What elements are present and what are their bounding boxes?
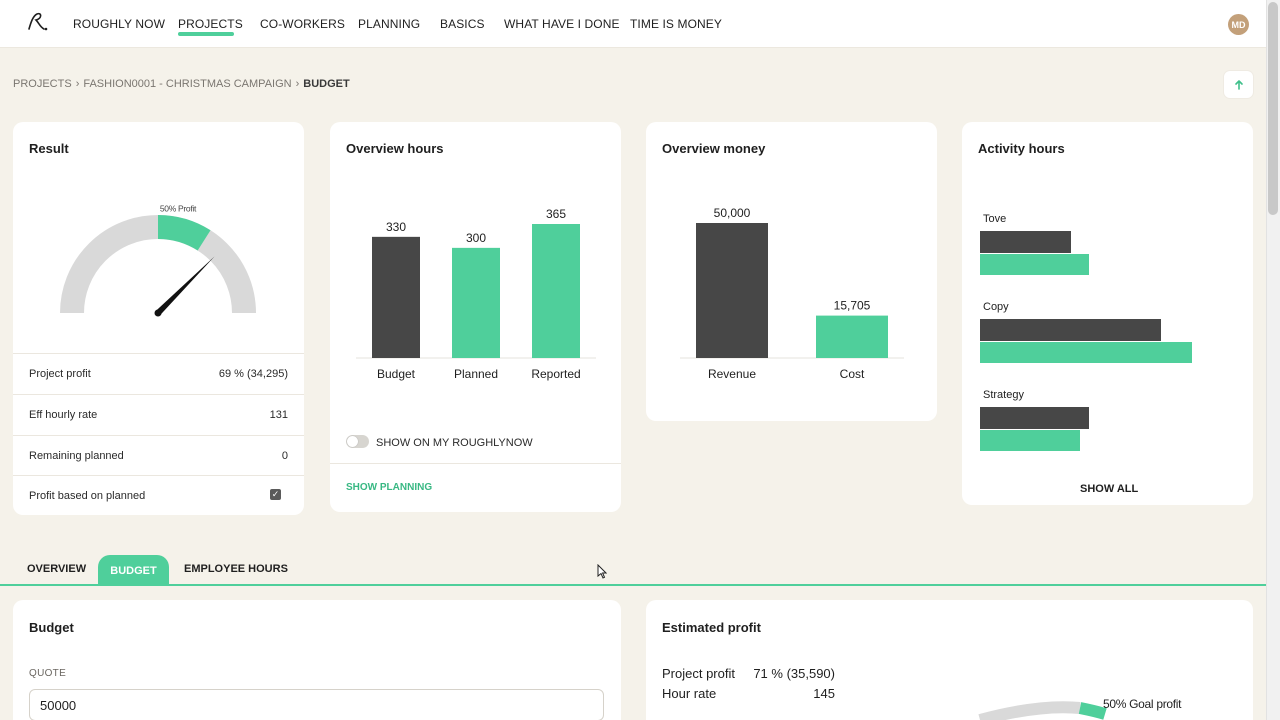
- breadcrumb-current: BUDGET: [303, 78, 350, 90]
- result-row-remaining-planned: Remaining planned 0: [13, 435, 304, 476]
- overview-hours-chart: 330 Budget 300 Planned 365 Reported: [356, 207, 596, 381]
- gauge-needle: [155, 256, 215, 316]
- est-project-profit-value: 71 % (35,590): [753, 666, 835, 681]
- result-row-project-profit: Project profit 69 % (34,295): [13, 353, 304, 394]
- divider: [330, 463, 621, 464]
- x-tick-label: Reported: [531, 367, 580, 381]
- breadcrumb-projects[interactable]: PROJECTS: [13, 78, 72, 90]
- nav-what-have-i-done[interactable]: WHAT HAVE I DONE: [504, 17, 620, 31]
- x-tick-label: Budget: [377, 367, 416, 381]
- breadcrumb: PROJECTS › FASHION0001 - CHRISTMAS CAMPAIG…: [13, 78, 350, 90]
- profit-based-on-planned-checkbox[interactable]: ✓: [270, 489, 281, 500]
- goal-profit-label: 50% Goal profit: [1103, 697, 1182, 711]
- scrollbar-thumb[interactable]: [1268, 2, 1278, 215]
- budget-title: Budget: [29, 620, 74, 635]
- activity-bar: [980, 430, 1080, 451]
- result-row-hourly-rate: Eff hourly rate 131: [13, 394, 304, 435]
- activity-category-label: Strategy: [983, 389, 1024, 401]
- nav-roughly-now[interactable]: ROUGHLY NOW: [73, 17, 165, 31]
- x-tick-label: Planned: [454, 367, 498, 381]
- bar-value-label: 50,000: [714, 206, 751, 220]
- bar: [696, 223, 768, 358]
- bar: [452, 247, 500, 358]
- bar: [532, 224, 580, 358]
- nav-planning[interactable]: PLANNING: [358, 17, 420, 31]
- toggle-label: SHOW ON MY ROUGHLYNOW: [376, 437, 533, 449]
- nav-basics[interactable]: BASICS: [440, 17, 485, 31]
- x-tick-label: Cost: [840, 367, 865, 381]
- export-button[interactable]: [1224, 71, 1253, 98]
- bar: [372, 236, 420, 358]
- tab-employee-hours[interactable]: EMPLOYEE HOURS: [184, 563, 288, 575]
- breadcrumb-separator: ›: [75, 78, 80, 90]
- mouse-cursor-icon: [597, 564, 607, 579]
- result-row-profit-based-on-planned: Profit based on planned ✓: [13, 475, 304, 515]
- activity-bar: [980, 254, 1089, 275]
- quote-input[interactable]: [29, 689, 604, 720]
- estimated-profit-title: Estimated profit: [662, 620, 761, 635]
- gauge-goal-segment: [157, 215, 211, 251]
- nav-projects[interactable]: PROJECTS: [178, 17, 243, 31]
- activity-category-label: Copy: [983, 301, 1009, 313]
- tabs-underline: [0, 584, 1266, 586]
- top-nav: ROUGHLY NOW PROJECTS CO-WORKERS PLANNING…: [0, 0, 1266, 48]
- avatar[interactable]: MD: [1228, 14, 1249, 35]
- quote-label: QUOTE: [29, 668, 67, 679]
- activity-bar: [980, 319, 1161, 341]
- bar: [816, 315, 888, 358]
- profit-gauge: 50% Profit: [60, 203, 256, 317]
- row-value: 0: [281, 450, 288, 462]
- row-label: Eff hourly rate: [29, 409, 98, 421]
- activity-hours-title: Activity hours: [978, 141, 1065, 156]
- est-hour-rate-label: Hour rate: [662, 686, 717, 701]
- bar-value-label: 330: [386, 220, 406, 234]
- activity-bar: [980, 342, 1192, 363]
- nav-time-is-money[interactable]: TIME IS MONEY: [630, 17, 722, 31]
- export-arrow-icon: [1234, 79, 1243, 90]
- result-title: Result: [29, 141, 69, 156]
- bar-value-label: 15,705: [834, 299, 871, 313]
- overview-hours-title: Overview hours: [346, 141, 444, 156]
- row-label: Profit based on planned: [29, 490, 146, 502]
- tab-overview[interactable]: OVERVIEW: [27, 563, 86, 575]
- show-all-button[interactable]: SHOW ALL: [1080, 483, 1138, 495]
- activity-bar: [980, 407, 1089, 429]
- bar-value-label: 300: [466, 231, 486, 245]
- overview-money-chart: 50,000 Revenue 15,705 Cost: [680, 206, 904, 381]
- gauge-track: [60, 215, 256, 314]
- overview-money-title: Overview money: [662, 141, 766, 156]
- row-value: 69 % (34,295): [218, 368, 288, 380]
- show-planning-link[interactable]: SHOW PLANNING: [346, 482, 432, 493]
- activity-bar: [980, 231, 1071, 253]
- row-label: Remaining planned: [29, 450, 124, 462]
- nav-co-workers[interactable]: CO-WORKERS: [260, 17, 345, 31]
- breadcrumb-separator: ›: [295, 78, 300, 90]
- activity-category-label: Tove: [983, 213, 1006, 225]
- bar-value-label: 365: [546, 207, 566, 221]
- row-label: Project profit: [29, 368, 91, 380]
- nav-active-indicator: [178, 32, 234, 36]
- tab-budget[interactable]: BUDGET: [98, 555, 169, 586]
- x-tick-label: Revenue: [708, 367, 756, 381]
- gauge-goal-label: 50% Profit: [160, 203, 197, 213]
- logo-icon[interactable]: [25, 10, 49, 34]
- breadcrumb-project[interactable]: FASHION0001 - CHRISTMAS CAMPAIGN: [83, 78, 291, 90]
- row-value: 131: [269, 409, 288, 421]
- est-hour-rate-value: 145: [813, 686, 835, 701]
- show-on-roughlynow-toggle[interactable]: [346, 435, 369, 448]
- activity-hours-chart: Tove Copy Strategy: [980, 213, 1192, 451]
- gauge-needle-pivot: [154, 309, 162, 317]
